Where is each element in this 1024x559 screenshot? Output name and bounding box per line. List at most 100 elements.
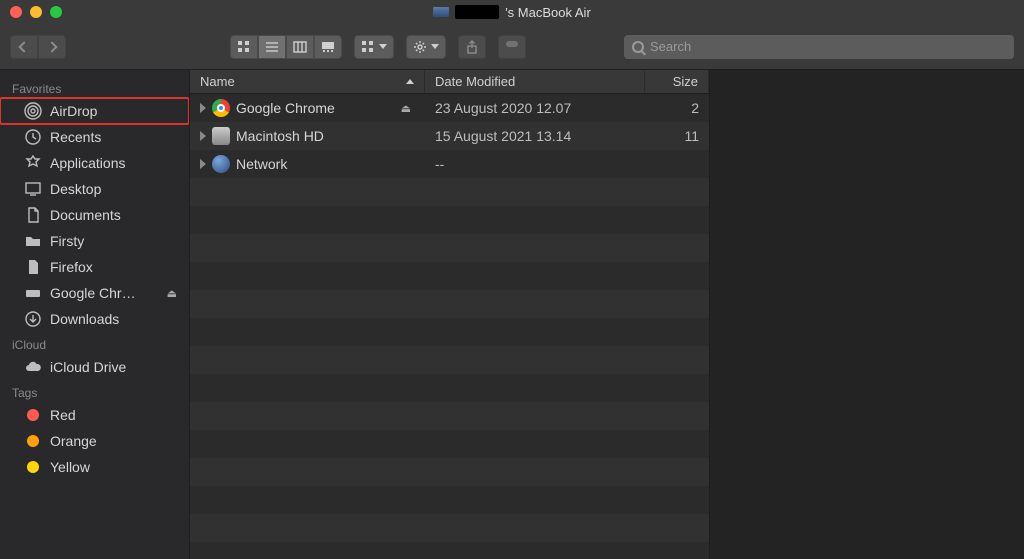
- drive-icon: [24, 284, 42, 302]
- view-list-button[interactable]: [258, 35, 286, 59]
- sidebar-item-desktop[interactable]: Desktop: [0, 176, 189, 202]
- search-icon: [632, 41, 644, 53]
- titlebar: 's MacBook Air: [0, 0, 1024, 24]
- window-controls: [0, 6, 62, 18]
- minimize-window-button[interactable]: [30, 6, 42, 18]
- share-button[interactable]: [458, 35, 486, 59]
- gallery-icon: [321, 40, 335, 54]
- file-row[interactable]: Network --: [190, 150, 709, 178]
- search-field[interactable]: [624, 35, 1014, 59]
- file-date: --: [435, 156, 444, 172]
- empty-row: [190, 234, 709, 262]
- eject-icon[interactable]: ⏏: [167, 287, 177, 300]
- grid-small-icon: [361, 40, 375, 54]
- nav-buttons: [10, 35, 66, 59]
- document-icon: [24, 206, 42, 224]
- sidebar-section-tags: Tags: [0, 380, 189, 402]
- document-icon: [24, 258, 42, 276]
- zoom-window-button[interactable]: [50, 6, 62, 18]
- action-group: [406, 35, 446, 59]
- device-icon: [433, 7, 449, 17]
- tag-icon: [505, 40, 519, 54]
- app-icon: [212, 99, 230, 117]
- sidebar-tag-red[interactable]: Red: [0, 402, 189, 428]
- empty-row: [190, 486, 709, 514]
- file-size: 2: [691, 100, 699, 116]
- tag-dot-icon: [24, 458, 42, 476]
- disclosure-triangle-icon[interactable]: [200, 131, 206, 141]
- sidebar-item-documents[interactable]: Documents: [0, 202, 189, 228]
- action-menu-button[interactable]: [406, 35, 446, 59]
- column-header-label: Date Modified: [435, 74, 515, 89]
- grid-icon: [237, 40, 251, 54]
- drive-icon: [212, 127, 230, 145]
- gear-icon: [413, 40, 427, 54]
- disclosure-triangle-icon[interactable]: [200, 159, 206, 169]
- forward-button[interactable]: [38, 35, 66, 59]
- sidebar-item-label: Orange: [50, 433, 97, 449]
- desktop-icon: [24, 180, 42, 198]
- redacted-name: [455, 5, 499, 19]
- sidebar-item-firefox[interactable]: Firefox: [0, 254, 189, 280]
- empty-row: [190, 178, 709, 206]
- file-list-pane: Name Date Modified Size Google Chrome ⏏: [190, 70, 710, 559]
- sidebar-item-downloads[interactable]: Downloads: [0, 306, 189, 332]
- sidebar-item-google-chrome[interactable]: Google Chr… ⏏: [0, 280, 189, 306]
- sidebar-item-label: iCloud Drive: [50, 359, 126, 375]
- tag-dot-icon: [24, 432, 42, 450]
- cloud-icon: [24, 358, 42, 376]
- chevron-down-icon: [431, 44, 439, 49]
- window-title-text: 's MacBook Air: [505, 5, 591, 20]
- preview-pane: [710, 70, 1024, 559]
- eject-icon[interactable]: ⏏: [401, 102, 411, 115]
- sort-ascending-icon: [406, 79, 414, 84]
- disclosure-triangle-icon[interactable]: [200, 103, 206, 113]
- arrange-button[interactable]: [354, 35, 394, 59]
- sidebar-item-recents[interactable]: Recents: [0, 124, 189, 150]
- empty-row: [190, 290, 709, 318]
- empty-row: [190, 514, 709, 542]
- sidebar-item-applications[interactable]: Applications: [0, 150, 189, 176]
- file-name: Network: [236, 156, 287, 172]
- list-icon: [265, 40, 279, 54]
- empty-row: [190, 458, 709, 486]
- tags-button[interactable]: [498, 35, 526, 59]
- chevron-left-icon: [18, 41, 29, 52]
- sidebar-item-label: Google Chr…: [50, 285, 136, 301]
- clock-icon: [24, 128, 42, 146]
- column-header-name[interactable]: Name: [190, 70, 425, 93]
- column-header-label: Name: [200, 74, 235, 89]
- sidebar-section-favorites: Favorites: [0, 76, 189, 98]
- sidebar-item-label: Applications: [50, 155, 126, 171]
- sidebar-item-label: Desktop: [50, 181, 101, 197]
- search-input[interactable]: [650, 39, 1006, 54]
- empty-row: [190, 262, 709, 290]
- column-header-date[interactable]: Date Modified: [425, 70, 645, 93]
- sidebar-item-firsty[interactable]: Firsty: [0, 228, 189, 254]
- file-date: 23 August 2020 12.07: [435, 100, 571, 116]
- applications-icon: [24, 154, 42, 172]
- share-icon: [465, 40, 479, 54]
- back-button[interactable]: [10, 35, 38, 59]
- sidebar-tag-orange[interactable]: Orange: [0, 428, 189, 454]
- column-header-label: Size: [673, 74, 698, 89]
- file-row[interactable]: Macintosh HD 15 August 2021 13.14 11: [190, 122, 709, 150]
- file-row[interactable]: Google Chrome ⏏ 23 August 2020 12.07 2: [190, 94, 709, 122]
- window-title: 's MacBook Air: [0, 5, 1024, 20]
- file-name: Google Chrome: [236, 100, 335, 116]
- view-icons-button[interactable]: [230, 35, 258, 59]
- sidebar-item-icloud-drive[interactable]: iCloud Drive: [0, 354, 189, 380]
- column-header-size[interactable]: Size: [645, 70, 709, 93]
- view-gallery-button[interactable]: [314, 35, 342, 59]
- chevron-down-icon: [379, 44, 387, 49]
- downloads-icon: [24, 310, 42, 328]
- sidebar-item-airdrop[interactable]: AirDrop: [0, 98, 189, 124]
- airdrop-icon: [24, 102, 42, 120]
- close-window-button[interactable]: [10, 6, 22, 18]
- sidebar-item-label: Firsty: [50, 233, 84, 249]
- file-date: 15 August 2021 13.14: [435, 128, 571, 144]
- sidebar-tag-yellow[interactable]: Yellow: [0, 454, 189, 480]
- view-columns-button[interactable]: [286, 35, 314, 59]
- empty-row: [190, 206, 709, 234]
- tag-dot-icon: [24, 406, 42, 424]
